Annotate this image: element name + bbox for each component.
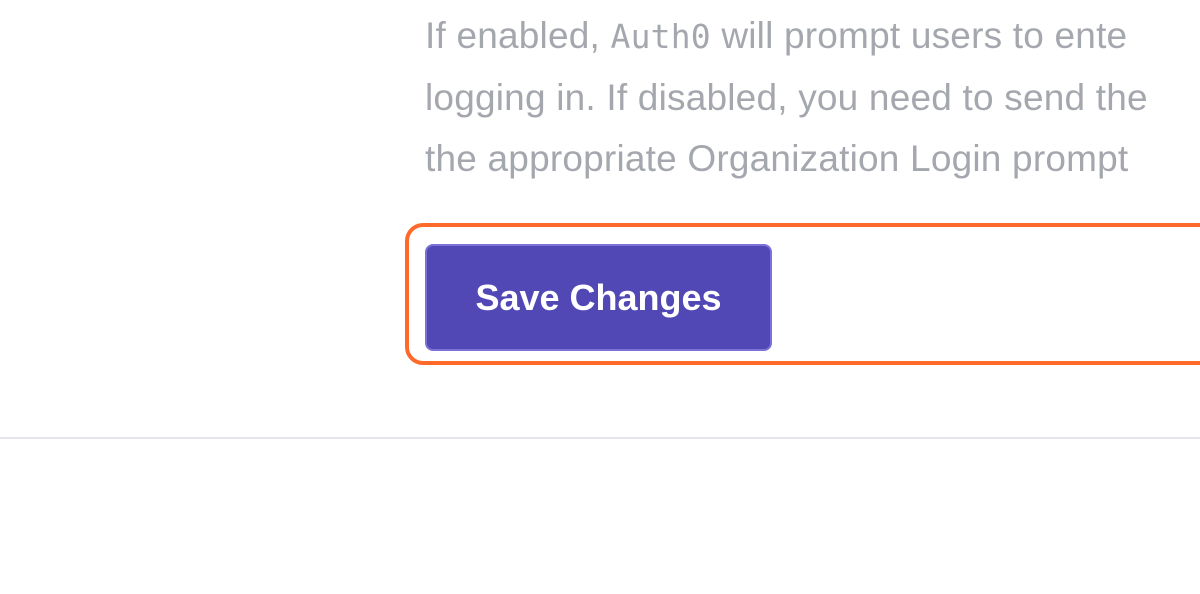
description-line-1-start: If enabled, [425, 15, 611, 56]
description-line-2: logging in. If disabled, you need to sen… [425, 77, 1148, 118]
auth0-product-name: Auth0 [610, 17, 711, 56]
page: If enabled, Auth0 will prompt users to e… [0, 0, 1200, 594]
save-changes-button[interactable]: Save Changes [425, 244, 772, 351]
description-line-1-end: will prompt users to ente [710, 15, 1128, 56]
description-line-1: If enabled, Auth0 will prompt users to e… [425, 5, 1200, 67]
section-divider [0, 437, 1200, 439]
description-line-3: the appropriate Organization Login promp… [425, 138, 1129, 179]
setting-description: If enabled, Auth0 will prompt users to e… [425, 5, 1200, 189]
